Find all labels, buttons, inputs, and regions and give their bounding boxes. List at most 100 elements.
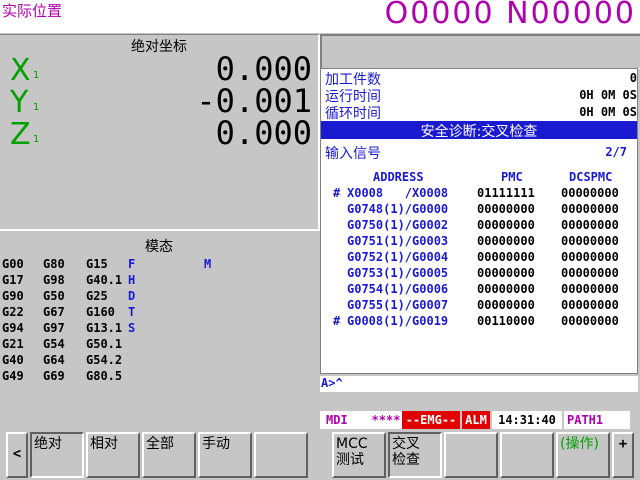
modal-gcode: G25 — [86, 289, 108, 303]
axis-name: Y — [10, 85, 29, 120]
column-header-pmc: PMC — [501, 170, 523, 184]
modal-m-label: M — [204, 257, 212, 271]
row-mark: # — [333, 186, 341, 200]
parts-count-value: 0 — [629, 71, 637, 85]
row-address: G0751(1)/G0003 — [347, 234, 449, 248]
softkey-relative[interactable]: 相对 — [86, 432, 140, 478]
modal-gcode: G22 — [2, 305, 24, 319]
softkey-empty-2[interactable] — [444, 432, 498, 478]
status-bar: MDI **** --EMG-- ALM 14:31:40 PATH1 — [320, 411, 640, 429]
softkey-next[interactable]: + — [612, 432, 634, 478]
modal-gcode: G40 — [2, 353, 24, 367]
softkey-prev[interactable]: < — [6, 432, 28, 478]
softkey-all[interactable]: 全部 — [142, 432, 196, 478]
row-mark: # — [333, 314, 341, 328]
table-row: G0754(1)/G0006 00000000 00000000 — [321, 282, 637, 298]
softkey-label: 交叉检查 — [392, 436, 420, 468]
modal-gcode: G97 — [43, 321, 65, 335]
row-address: G0748(1)/G0000 — [347, 202, 449, 216]
row-pmc: 00000000 — [477, 202, 535, 216]
run-time-value: 0H 0M 0S — [579, 88, 637, 102]
table-row: G0751(1)/G0003 00000000 00000000 — [321, 234, 637, 250]
chevron-left-icon: < — [12, 446, 22, 462]
table-row: # X0008 /X0008 01111111 00000000 — [321, 186, 637, 202]
softkey-manual[interactable]: 手动 — [198, 432, 252, 478]
row-pmc: 01111111 — [477, 186, 535, 200]
softkey-operation[interactable]: (操作) — [556, 432, 610, 478]
cycle-time-label: 循环时间 — [325, 106, 381, 122]
plus-icon: + — [618, 436, 628, 452]
parts-count-row: 加工件数 0 — [325, 71, 637, 88]
row-pmc: 00000000 — [477, 266, 535, 280]
modal-gcode: G00 — [2, 257, 24, 271]
modal-gcode: G80 — [43, 257, 65, 271]
modal-gcode: G67 — [43, 305, 65, 319]
row-dcspmc: 00000000 — [561, 218, 619, 232]
softkey-cross-check[interactable]: 交叉检查 — [388, 432, 442, 478]
row-pmc: 00110000 — [477, 314, 535, 328]
right-top-panel — [320, 34, 640, 69]
row-pmc: 00000000 — [477, 298, 535, 312]
row-address: G0753(1)/G0005 — [347, 266, 449, 280]
mode-indicator: MDI — [320, 411, 370, 429]
screen-title: 实际位置 — [2, 2, 63, 20]
modal-letter: F — [128, 257, 136, 271]
row-dcspmc: 00000000 — [561, 186, 619, 200]
row-address: G0754(1)/G0006 — [347, 282, 449, 296]
modal-gcode: G69 — [43, 369, 65, 383]
modal-gcode: G15 — [86, 257, 108, 271]
table-row: G0753(1)/G0005 00000000 00000000 — [321, 266, 637, 282]
softkey-empty-1[interactable] — [254, 432, 308, 478]
input-signal-label: 输入信号 — [325, 146, 381, 162]
axis-row-z: Z 1 0.000 — [0, 114, 318, 152]
softkey-label: 绝对 — [34, 436, 62, 452]
modal-gcode: G17 — [2, 273, 24, 287]
header-bar: 实际位置 O0000 N00000 — [0, 0, 640, 33]
modal-gcode: G50 — [43, 289, 65, 303]
modal-panel: 模态 G00 G80 G15 G17 G98 G40.1 G90 G50 G25 G22 G67 G1… — [0, 230, 318, 400]
softkey-absolute[interactable]: 绝对 — [30, 432, 84, 478]
modal-letter: H — [128, 273, 136, 287]
row-dcspmc: 00000000 — [561, 314, 619, 328]
table-row: G0748(1)/G0000 00000000 00000000 — [321, 202, 637, 218]
row-dcspmc: 00000000 — [561, 250, 619, 264]
table-row: G0750(1)/G0002 00000000 00000000 — [321, 218, 637, 234]
softkey-label: 手动 — [202, 436, 230, 452]
softkey-empty-3[interactable] — [500, 432, 554, 478]
modal-gcode: G13.1 — [86, 321, 123, 335]
modal-gcode: G54 — [43, 337, 65, 351]
clock: 14:31:40 — [492, 411, 562, 429]
modal-gcode: G64 — [43, 353, 65, 367]
modal-gcode: G21 — [2, 337, 24, 351]
row-dcspmc: 00000000 — [561, 298, 619, 312]
axis-subscript: 1 — [33, 134, 40, 145]
axis-subscript: 1 — [33, 102, 40, 113]
table-row: # G0008(1)/G0019 00110000 00000000 — [321, 314, 637, 330]
status-stars: **** — [370, 411, 402, 429]
modal-gcode: G90 — [2, 289, 24, 303]
modal-gcode: G54.2 — [86, 353, 123, 367]
column-header-dcspmc: DCSPMC — [569, 170, 613, 184]
modal-title: 模态 — [145, 239, 173, 255]
row-dcspmc: 00000000 — [561, 266, 619, 280]
cycle-time-value: 0H 0M 0S — [579, 105, 637, 119]
column-header-address: ADDRESS — [373, 170, 424, 184]
modal-letter: S — [128, 321, 136, 335]
modal-gcode: G98 — [43, 273, 65, 287]
modal-letter: T — [128, 305, 136, 319]
diagnosis-panel: 加工件数 0 运行时间 0H 0M 0S 循环时间 0H 0M 0S 安全诊断:… — [320, 68, 638, 374]
row-address: G0755(1)/G0007 — [347, 298, 449, 312]
command-input-line[interactable]: A>^ — [320, 376, 638, 392]
emg-indicator: --EMG-- — [402, 411, 460, 429]
softkey-mcc-test[interactable]: MCC 测试 — [332, 432, 386, 478]
softkey-label: 全部 — [146, 436, 174, 452]
row-address: G0008(1)/G0019 — [347, 314, 449, 328]
row-pmc: 00000000 — [477, 250, 535, 264]
row-pmc: 00000000 — [477, 282, 535, 296]
axis-value: 0.000 — [215, 114, 312, 152]
input-prompt: A>^ — [321, 376, 343, 390]
modal-gcode: G50.1 — [86, 337, 123, 351]
diagnosis-title-bar: 安全诊断:交叉检查 — [321, 121, 637, 140]
axis-subscript: 1 — [33, 70, 40, 81]
program-number: O0000 N00000 — [384, 0, 636, 31]
